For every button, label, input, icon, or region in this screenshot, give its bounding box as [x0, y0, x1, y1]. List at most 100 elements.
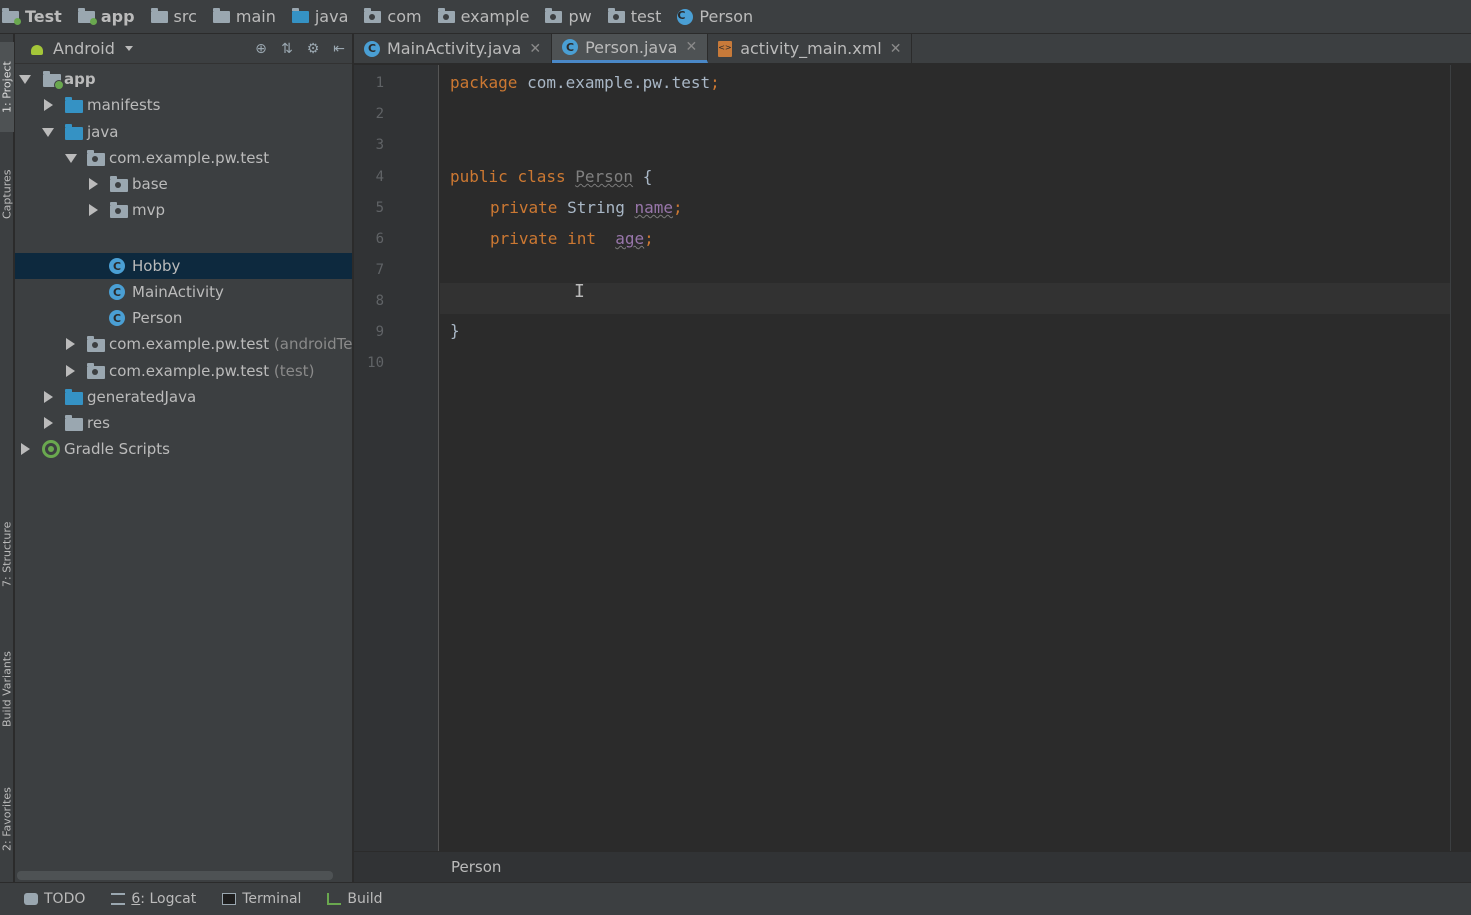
expand-arrow-icon[interactable]	[66, 365, 75, 377]
editor-breadcrumb[interactable]: Person	[354, 851, 1471, 882]
editor-error-stripe[interactable]	[1450, 65, 1471, 851]
captures-tool-tab[interactable]: Captures	[0, 154, 14, 234]
gear-icon[interactable]: ⚙	[306, 42, 320, 56]
package-icon	[110, 176, 128, 192]
tree-item-app[interactable]: app	[15, 66, 352, 92]
tree-item-generated-java[interactable]: generatedJava	[15, 384, 352, 410]
tree-item-res[interactable]: res	[15, 410, 352, 436]
class-icon: C	[364, 40, 380, 57]
breadcrumb-person[interactable]: C Person	[673, 0, 759, 34]
breadcrumb-pw[interactable]: pw	[541, 0, 597, 34]
tab-activity-main-xml[interactable]: activity_main.xml ✕	[708, 34, 913, 63]
project-horizontal-scrollbar[interactable]	[17, 871, 333, 880]
line-number: 6	[375, 231, 384, 247]
line-number: 8	[375, 293, 384, 309]
folder-icon	[150, 7, 168, 23]
todo-tool-tab[interactable]: TODO	[24, 891, 85, 907]
folder-icon	[2, 7, 21, 25]
class-icon: C	[562, 39, 579, 55]
project-tool-tab[interactable]: 1: Project	[0, 42, 14, 132]
line-number-gutter: 1 2 3 4 5 6 7 8 9 10	[354, 65, 439, 851]
close-icon[interactable]: ✕	[685, 39, 697, 55]
terminal-icon	[222, 893, 237, 905]
line-number: 10	[367, 355, 384, 371]
todo-icon	[24, 893, 38, 905]
breadcrumb-main[interactable]: main	[209, 0, 282, 34]
code-line-9: }	[450, 321, 460, 340]
tree-item-hobby[interactable]: C Hobby	[15, 253, 352, 279]
module-folder-icon	[43, 71, 64, 90]
expand-arrow-icon[interactable]	[21, 443, 30, 455]
hide-panel-icon[interactable]: ⇤	[332, 42, 346, 56]
collapse-arrow-icon[interactable]	[19, 75, 31, 84]
breadcrumb-app[interactable]: app	[74, 0, 141, 34]
code-line-5: private String name;	[490, 198, 683, 217]
package-icon	[87, 363, 105, 379]
tree-item-package-main[interactable]: com.example.pw.test	[15, 145, 352, 171]
line-number: 5	[375, 200, 384, 216]
folder-icon	[291, 7, 309, 23]
breadcrumb-src[interactable]: src	[147, 0, 203, 34]
expand-arrow-icon[interactable]	[89, 204, 98, 216]
resource-folder-icon	[65, 415, 83, 431]
line-number: 1	[375, 75, 384, 91]
tab-person[interactable]: C Person.java ✕	[552, 34, 709, 63]
expand-arrow-icon[interactable]	[89, 178, 98, 190]
bottom-tool-bar: TODO 6: Logcat Terminal Build	[0, 882, 1471, 915]
tree-item-mvp[interactable]: mvp	[15, 197, 352, 223]
code-line-4: public class Person {	[450, 167, 653, 186]
line-number: 7	[375, 262, 384, 278]
navigation-bar: Test app src main java com example pw te…	[0, 0, 1471, 34]
tab-main-activity[interactable]: C MainActivity.java ✕	[354, 34, 553, 63]
logcat-tool-tab[interactable]: 6: Logcat	[111, 891, 196, 907]
current-line-highlight	[440, 283, 1450, 314]
build-icon	[327, 893, 342, 905]
folder-icon	[65, 124, 83, 140]
expand-arrow-icon[interactable]	[66, 338, 75, 350]
terminal-tool-tab[interactable]: Terminal	[222, 891, 301, 907]
line-number: 2	[375, 106, 384, 122]
package-icon	[545, 7, 563, 23]
structure-tool-tab[interactable]: 7: Structure	[0, 504, 14, 604]
tree-item-package-test[interactable]: com.example.pw.test (test)	[15, 358, 352, 384]
collapse-arrow-icon[interactable]	[42, 128, 54, 137]
expand-arrow-icon[interactable]	[44, 391, 53, 403]
project-panel: Android ⊕ ⇅ ⚙ ⇤ app manifests java com.e…	[15, 34, 353, 882]
folder-icon	[65, 97, 83, 113]
locate-icon[interactable]: ⊕	[254, 42, 268, 56]
breadcrumb-java[interactable]: java	[288, 0, 355, 34]
line-number: 9	[375, 324, 384, 340]
breadcrumb-test[interactable]: Test	[0, 0, 68, 34]
breadcrumb-example[interactable]: example	[434, 0, 536, 34]
tree-item-person[interactable]: C Person	[15, 305, 352, 331]
chevron-down-icon[interactable]	[124, 46, 133, 51]
project-view-selector[interactable]: Android	[53, 39, 115, 58]
xml-file-icon	[718, 40, 733, 57]
tree-item-main-activity[interactable]: C MainActivity	[15, 279, 352, 305]
tree-item-package-android-test[interactable]: com.example.pw.test (androidTest)	[15, 331, 352, 357]
package-icon	[87, 150, 105, 166]
breadcrumb-com[interactable]: com	[360, 0, 427, 34]
tree-item-base[interactable]: base	[15, 171, 352, 197]
expand-arrow-icon[interactable]	[44, 99, 53, 111]
collapse-arrow-icon[interactable]	[65, 154, 77, 163]
close-icon[interactable]: ✕	[529, 41, 541, 57]
logcat-icon	[111, 893, 126, 905]
generated-folder-icon	[65, 389, 83, 405]
class-icon: C	[109, 258, 125, 274]
tree-item-manifests[interactable]: manifests	[15, 92, 352, 118]
build-tool-tab[interactable]: Build	[327, 891, 383, 907]
android-icon	[29, 41, 45, 57]
favorites-tool-tab[interactable]: 2: Favorites	[0, 774, 14, 864]
expand-arrow-icon[interactable]	[44, 417, 53, 429]
tree-item-gradle-scripts[interactable]: Gradle Scripts	[15, 436, 352, 462]
breadcrumb-test-pkg[interactable]: test	[604, 0, 668, 34]
close-icon[interactable]: ✕	[890, 41, 902, 57]
line-number: 4	[375, 169, 384, 185]
package-icon	[110, 202, 128, 218]
text-cursor-icon: I	[574, 281, 585, 302]
code-editor[interactable]: package com.example.pw.test; public clas…	[440, 65, 1450, 851]
tree-item-java[interactable]: java	[15, 119, 352, 145]
collapse-all-icon[interactable]: ⇅	[280, 42, 294, 56]
build-variants-tool-tab[interactable]: Build Variants	[0, 634, 14, 744]
